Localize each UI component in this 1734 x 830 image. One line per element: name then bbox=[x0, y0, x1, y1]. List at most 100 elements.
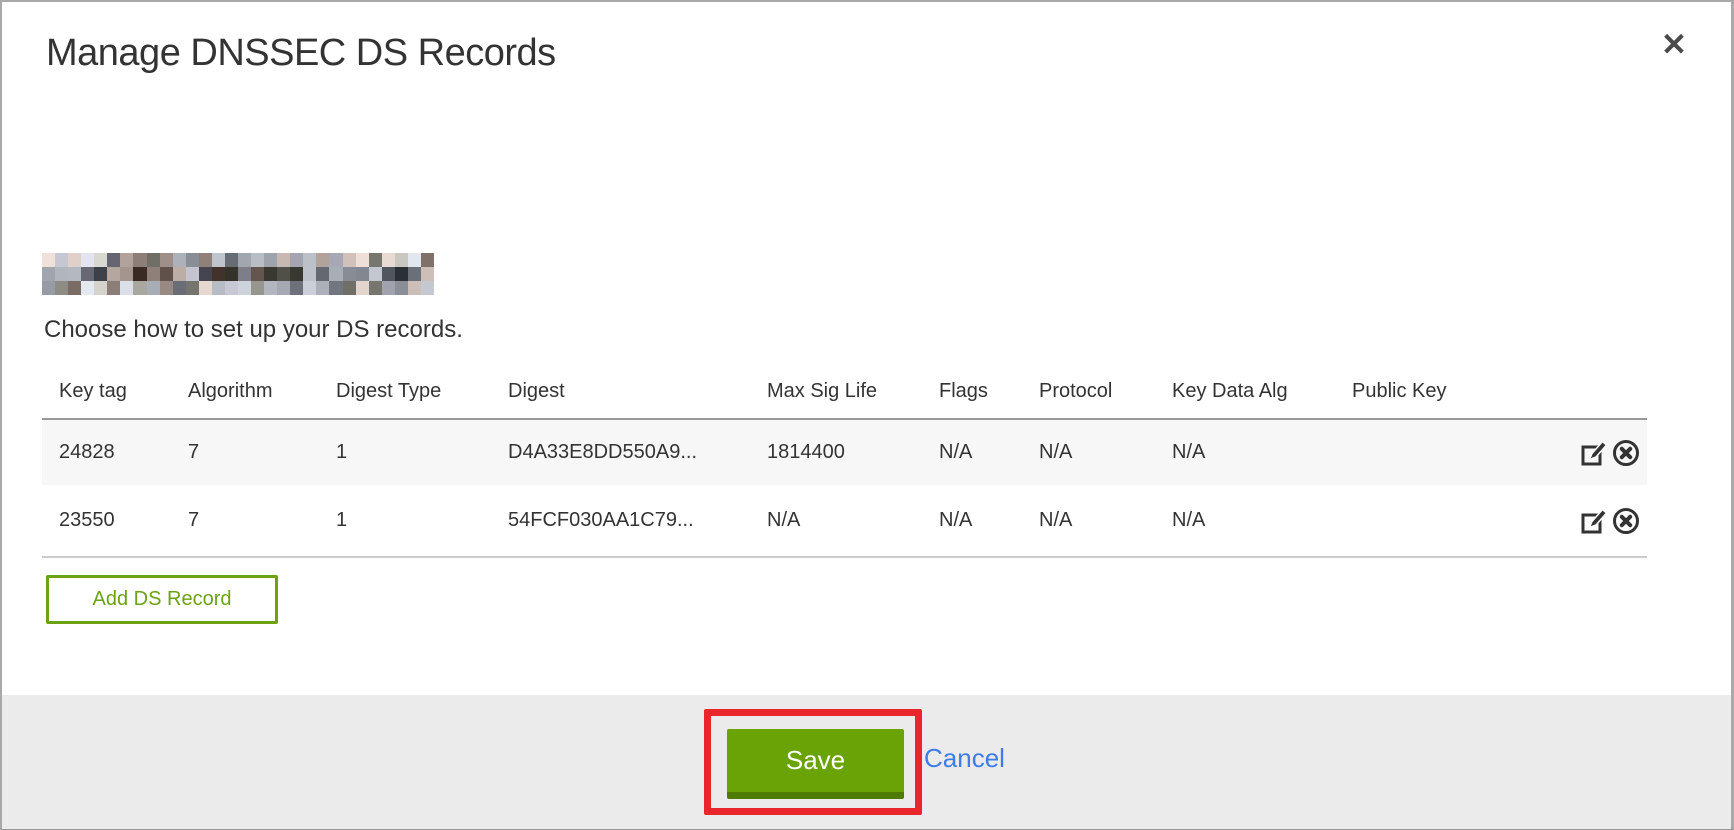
cell-max-sig-life: N/A bbox=[750, 509, 922, 532]
redacted-pixel bbox=[120, 267, 133, 281]
redacted-pixel bbox=[173, 267, 186, 281]
redacted-pixel bbox=[290, 253, 303, 267]
cell-key-tag: 24828 bbox=[42, 441, 171, 464]
redacted-pixel bbox=[68, 281, 81, 295]
redacted-pixel bbox=[395, 267, 408, 281]
redacted-pixel bbox=[329, 267, 342, 281]
redacted-pixel bbox=[225, 253, 238, 267]
redacted-pixel bbox=[212, 281, 225, 295]
redacted-pixel bbox=[94, 253, 107, 267]
column-header-key-tag: Key tag bbox=[42, 380, 171, 403]
redacted-pixel bbox=[107, 253, 120, 267]
redacted-pixel bbox=[133, 253, 146, 267]
redacted-pixel bbox=[369, 267, 382, 281]
redacted-pixel bbox=[225, 267, 238, 281]
cell-protocol: N/A bbox=[1022, 509, 1155, 532]
redacted-pixel bbox=[133, 281, 146, 295]
redacted-pixel bbox=[369, 253, 382, 267]
redacted-pixel bbox=[55, 267, 68, 281]
row-actions bbox=[1553, 506, 1647, 536]
redacted-pixel bbox=[68, 267, 81, 281]
cell-digest: 54FCF030AA1C79... bbox=[491, 509, 750, 532]
save-button[interactable]: Save bbox=[727, 729, 904, 799]
redacted-pixel bbox=[173, 281, 186, 295]
page-title: Manage DNSSEC DS Records bbox=[46, 32, 556, 75]
redacted-pixel bbox=[303, 253, 316, 267]
instruction-text: Choose how to set up your DS records. bbox=[44, 316, 463, 344]
table-row: 23550 7 1 54FCF030AA1C79... N/A N/A N/A … bbox=[42, 485, 1647, 558]
redacted-pixel bbox=[251, 267, 264, 281]
redacted-pixel bbox=[316, 281, 329, 295]
redacted-pixel bbox=[421, 253, 434, 267]
column-header-key-data-alg: Key Data Alg bbox=[1155, 380, 1335, 403]
redacted-pixel bbox=[107, 267, 120, 281]
cell-digest: D4A33E8DD550A9... bbox=[491, 441, 750, 464]
redacted-pixel bbox=[421, 267, 434, 281]
redacted-pixel bbox=[395, 281, 408, 295]
table-header-row: Key tag Algorithm Digest Type Digest Max… bbox=[42, 364, 1647, 420]
redacted-pixel bbox=[68, 253, 81, 267]
redacted-pixel bbox=[238, 281, 251, 295]
redacted-pixel bbox=[395, 253, 408, 267]
delete-icon[interactable] bbox=[1611, 438, 1641, 468]
redacted-pixel bbox=[290, 267, 303, 281]
cell-flags: N/A bbox=[922, 441, 1022, 464]
add-ds-record-button[interactable]: Add DS Record bbox=[46, 575, 278, 624]
redacted-pixel bbox=[303, 267, 316, 281]
redacted-pixel bbox=[120, 281, 133, 295]
edit-icon[interactable] bbox=[1579, 438, 1609, 468]
ds-records-table: Key tag Algorithm Digest Type Digest Max… bbox=[42, 364, 1647, 558]
redacted-pixel bbox=[42, 253, 55, 267]
redacted-pixel bbox=[94, 267, 107, 281]
redacted-pixel bbox=[120, 253, 133, 267]
delete-icon[interactable] bbox=[1611, 506, 1641, 536]
redacted-pixel bbox=[199, 281, 212, 295]
redacted-pixel bbox=[173, 253, 186, 267]
cancel-link[interactable]: Cancel bbox=[924, 743, 1005, 774]
column-header-max-sig-life: Max Sig Life bbox=[750, 380, 922, 403]
redacted-pixel bbox=[382, 281, 395, 295]
dialog-footer: Save Cancel bbox=[2, 695, 1731, 829]
column-header-protocol: Protocol bbox=[1022, 380, 1155, 403]
redacted-pixel bbox=[329, 281, 342, 295]
redacted-pixel bbox=[329, 253, 342, 267]
redacted-pixel bbox=[408, 267, 421, 281]
redacted-pixel bbox=[343, 267, 356, 281]
redacted-pixel bbox=[356, 253, 369, 267]
redacted-pixel bbox=[42, 267, 55, 281]
redacted-pixel bbox=[160, 267, 173, 281]
cell-digest-type: 1 bbox=[319, 509, 491, 532]
redacted-pixel bbox=[186, 267, 199, 281]
redacted-pixel bbox=[107, 281, 120, 295]
cell-algorithm: 7 bbox=[171, 441, 319, 464]
redacted-pixel bbox=[160, 281, 173, 295]
redacted-pixel bbox=[55, 281, 68, 295]
redacted-pixel bbox=[81, 253, 94, 267]
cell-max-sig-life: 1814400 bbox=[750, 441, 922, 464]
edit-icon[interactable] bbox=[1579, 506, 1609, 536]
redacted-pixel bbox=[277, 281, 290, 295]
redacted-pixel bbox=[316, 267, 329, 281]
table-row: 24828 7 1 D4A33E8DD550A9... 1814400 N/A … bbox=[42, 420, 1647, 485]
redacted-pixel bbox=[277, 253, 290, 267]
domain-name-redacted bbox=[42, 253, 434, 295]
redacted-pixel bbox=[316, 253, 329, 267]
redacted-pixel bbox=[303, 281, 316, 295]
close-icon[interactable]: ✕ bbox=[1652, 22, 1696, 66]
column-header-algorithm: Algorithm bbox=[171, 380, 319, 403]
redacted-pixel bbox=[356, 281, 369, 295]
redacted-pixel bbox=[277, 267, 290, 281]
redacted-pixel bbox=[199, 267, 212, 281]
redacted-pixel bbox=[225, 281, 238, 295]
redacted-pixel bbox=[382, 267, 395, 281]
redacted-pixel bbox=[343, 253, 356, 267]
cell-flags: N/A bbox=[922, 509, 1022, 532]
column-header-digest-type: Digest Type bbox=[319, 380, 491, 403]
redacted-pixel bbox=[212, 253, 225, 267]
column-header-digest: Digest bbox=[491, 380, 750, 403]
column-header-flags: Flags bbox=[922, 380, 1022, 403]
row-actions bbox=[1553, 438, 1647, 468]
column-header-public-key: Public Key bbox=[1335, 380, 1553, 403]
redacted-pixel bbox=[251, 253, 264, 267]
cell-protocol: N/A bbox=[1022, 441, 1155, 464]
